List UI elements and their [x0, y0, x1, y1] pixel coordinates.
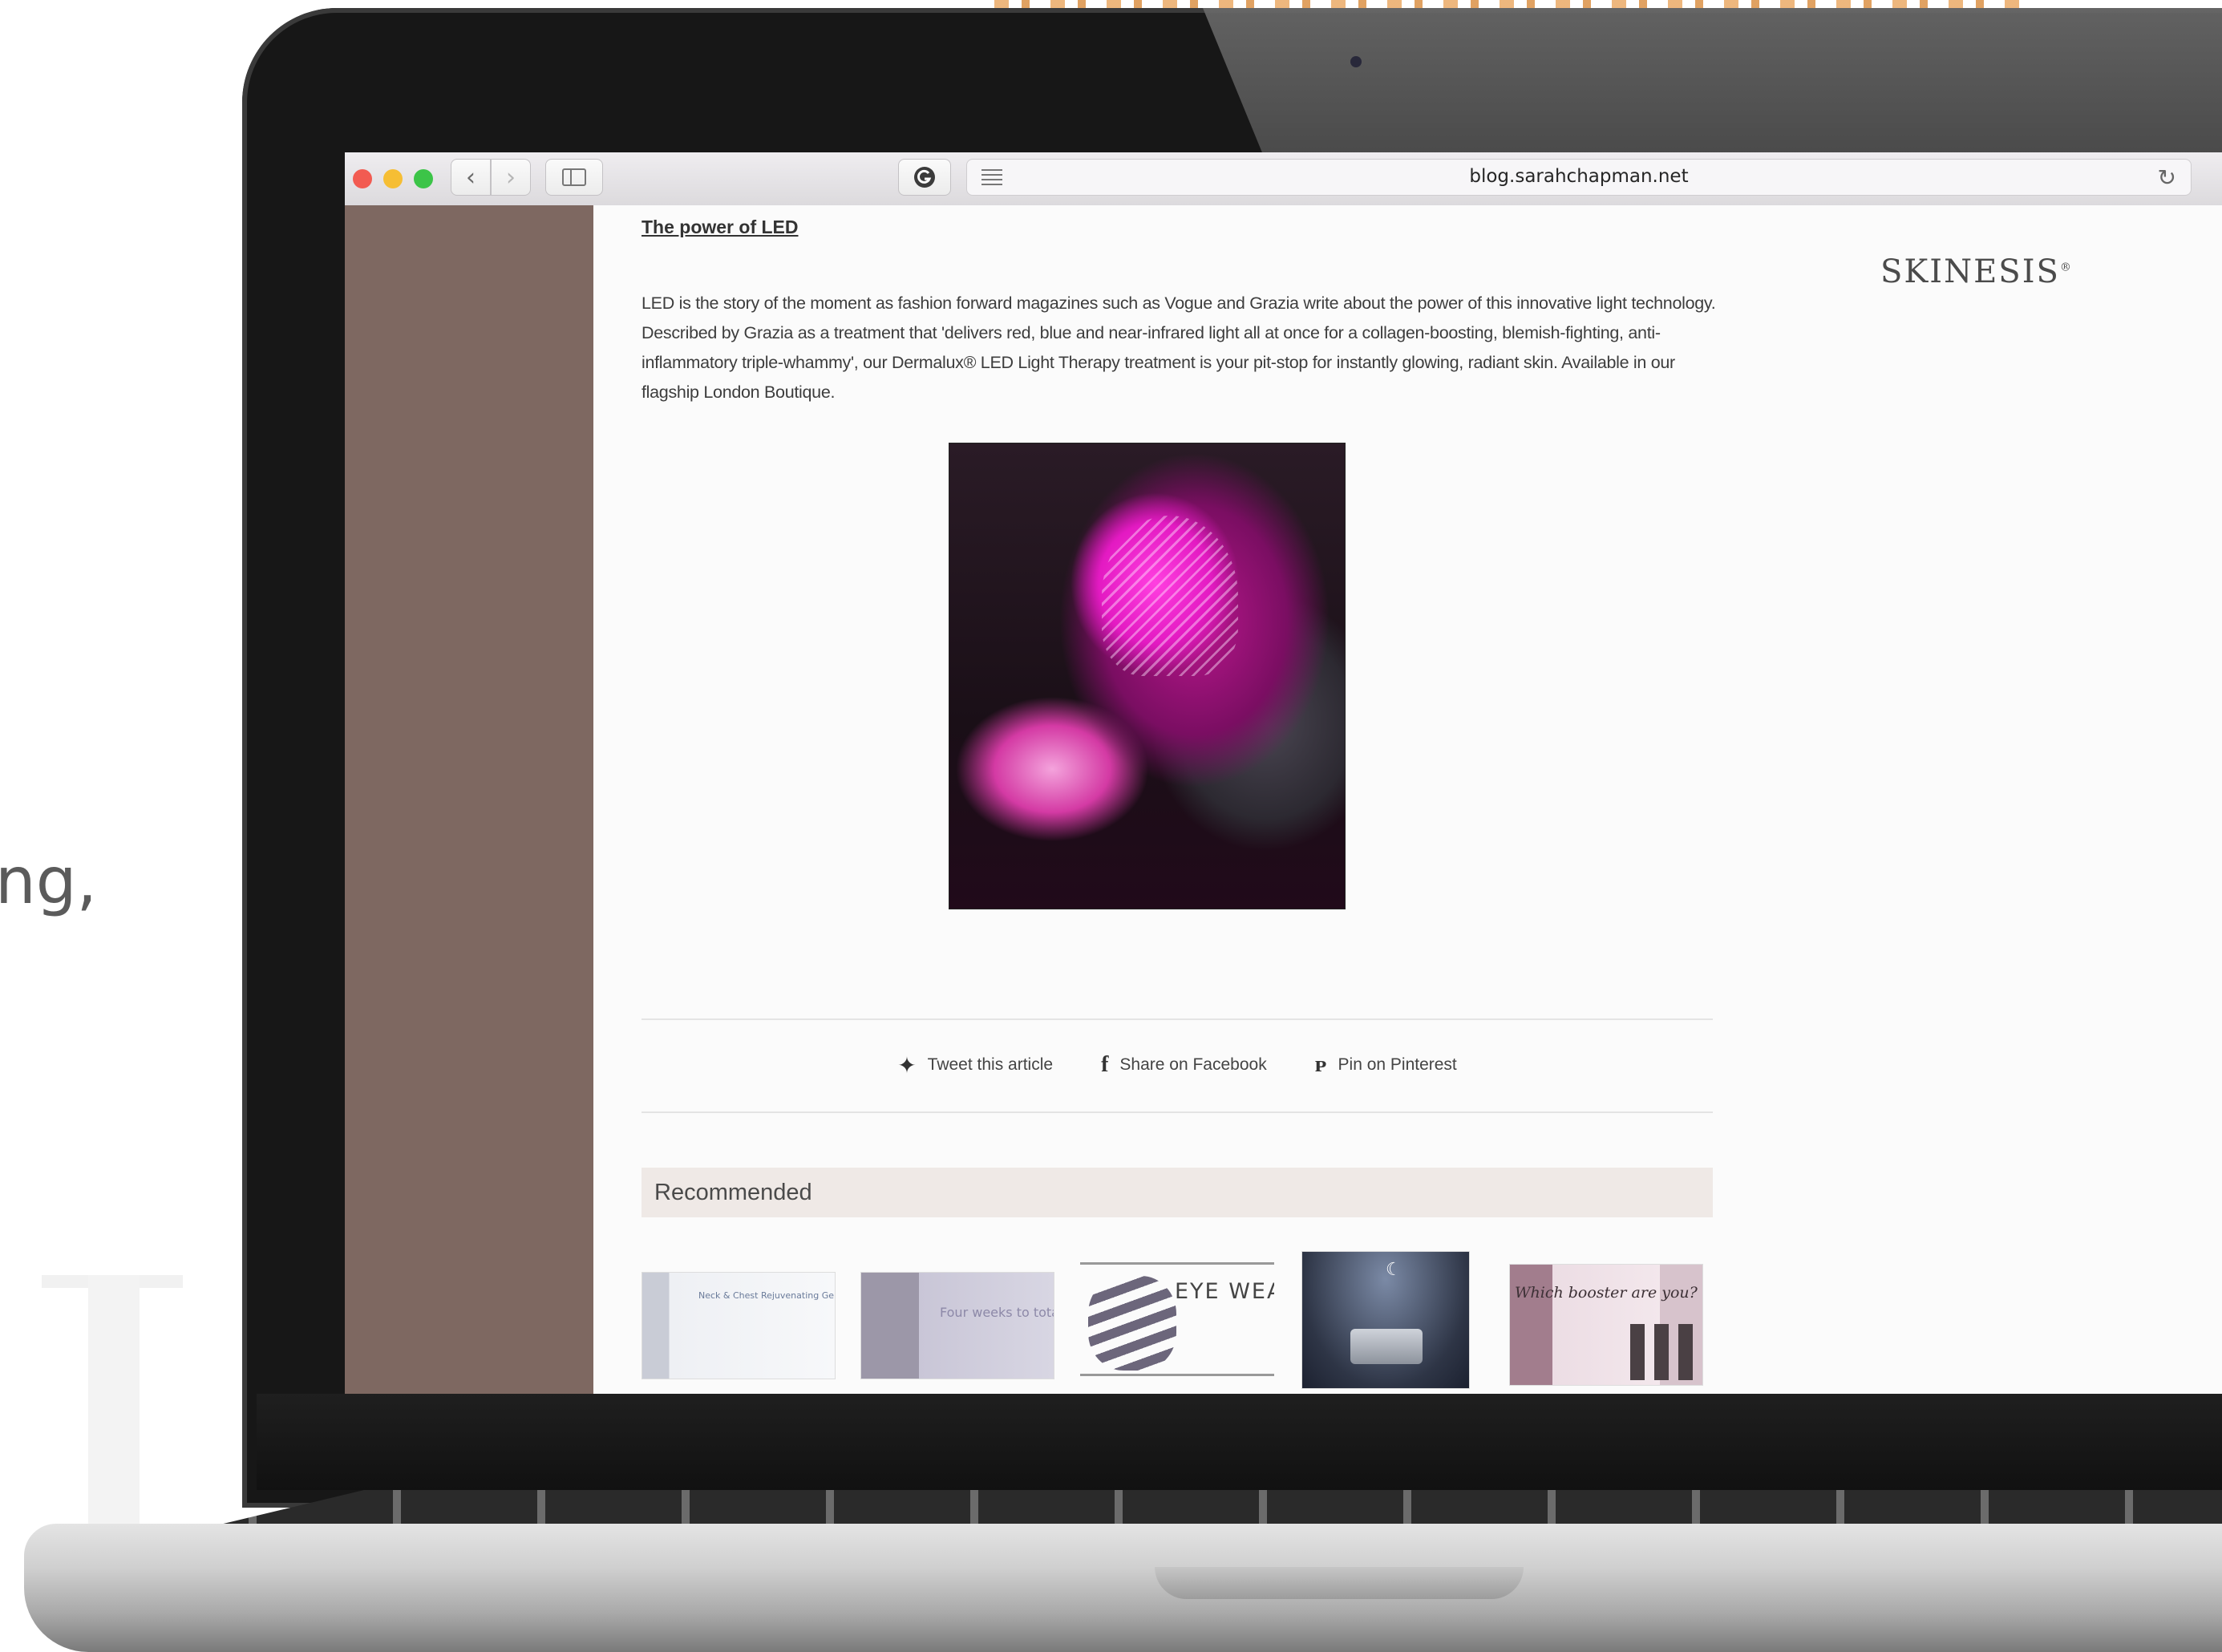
laptop-base: [24, 1524, 2222, 1652]
zoom-window-button[interactable]: [414, 169, 433, 188]
address-bar[interactable]: blog.sarahchapman.net ↻: [966, 159, 2192, 196]
share-divider-bottom: [642, 1111, 1713, 1113]
pinterest-icon: ᴘ: [1314, 1052, 1327, 1077]
thumbnail-caption: Four weeks to total skin transformation: [940, 1305, 1054, 1320]
grammarly-extension-button[interactable]: [898, 159, 951, 196]
reload-icon[interactable]: ↻: [2158, 164, 2176, 191]
led-panel-pattern: [1102, 516, 1238, 676]
pin-pinterest-link[interactable]: ᴘ Pin on Pinterest: [1315, 1052, 1457, 1078]
recommended-heading: Recommended: [642, 1168, 1713, 1217]
recommended-thumbnail[interactable]: Neck & Chest Rejuvenating Gel: [642, 1272, 836, 1379]
thumbnail-caption: Which booster are you?: [1515, 1284, 1698, 1302]
chevron-right-icon: ›: [506, 163, 516, 192]
background-side-text: ng,: [0, 844, 97, 918]
twitter-icon: ✦: [897, 1051, 917, 1079]
brand-logo[interactable]: SKINESIS®: [1880, 253, 2073, 290]
back-button[interactable]: ‹: [451, 159, 491, 196]
laptop-camera: [1350, 56, 1362, 67]
chevron-left-icon: ‹: [466, 163, 476, 192]
laptop-lid-reflection: [1203, 8, 2222, 160]
registered-mark: ®: [2059, 261, 2073, 274]
sunglasses-image: [1088, 1276, 1176, 1371]
brand-logo-text: SKINESIS: [1880, 253, 2060, 290]
sidebar-toggle-button[interactable]: [545, 159, 603, 196]
minimize-window-button[interactable]: [383, 169, 403, 188]
share-facebook-label: Share on Facebook: [1119, 1055, 1267, 1074]
tweet-article-label: Tweet this article: [927, 1055, 1054, 1074]
share-divider-top: [642, 1018, 1713, 1020]
url-text: blog.sarahchapman.net: [1469, 166, 1689, 187]
cream-jar-image: [1350, 1329, 1423, 1364]
laptop-opening-notch: [1155, 1567, 1524, 1599]
thumbnail-caption: EYE WEA: [1175, 1279, 1274, 1304]
grammarly-icon: [914, 167, 935, 188]
share-bar: ✦ Tweet this article f Share on Facebook…: [642, 1047, 1713, 1083]
thumbnail-caption: Neck & Chest Rejuvenating Gel: [698, 1290, 836, 1301]
recommended-thumbnail[interactable]: ☾: [1301, 1251, 1470, 1389]
recommended-thumbnail[interactable]: Four weeks to total skin transformation: [860, 1272, 1054, 1379]
sidebar-icon: [562, 168, 586, 186]
recommended-thumbnail[interactable]: EYE WEA: [1080, 1262, 1274, 1376]
moon-icon: ☾: [1386, 1260, 1402, 1280]
facebook-icon: f: [1101, 1052, 1109, 1077]
browser-toolbar: ‹ › blog.sarahchapman.net ↻: [345, 152, 2222, 206]
booster-bottles-image: [1630, 1324, 1699, 1380]
post-title-link[interactable]: The power of LED: [642, 217, 799, 238]
recommended-thumbnail[interactable]: Which booster are you?: [1509, 1264, 1703, 1386]
led-treatment-photo: [949, 443, 1346, 909]
share-facebook-link[interactable]: f Share on Facebook: [1101, 1052, 1267, 1078]
laptop-screen: ‹ › blog.sarahchapman.net ↻ The power of…: [345, 152, 2222, 1394]
blog-content: The power of LED LED is the story of the…: [593, 205, 2222, 1394]
laptop-bottom-bezel: [257, 1394, 2222, 1490]
close-window-button[interactable]: [353, 169, 372, 188]
left-brand-panel: [345, 205, 593, 1394]
tweet-article-link[interactable]: ✦ Tweet this article: [897, 1052, 1053, 1079]
post-intro-paragraph: LED is the story of the moment as fashio…: [642, 293, 1716, 402]
pin-pinterest-label: Pin on Pinterest: [1338, 1055, 1457, 1074]
background-decorative-strip: [994, 0, 2021, 8]
forward-button[interactable]: ›: [491, 159, 531, 196]
